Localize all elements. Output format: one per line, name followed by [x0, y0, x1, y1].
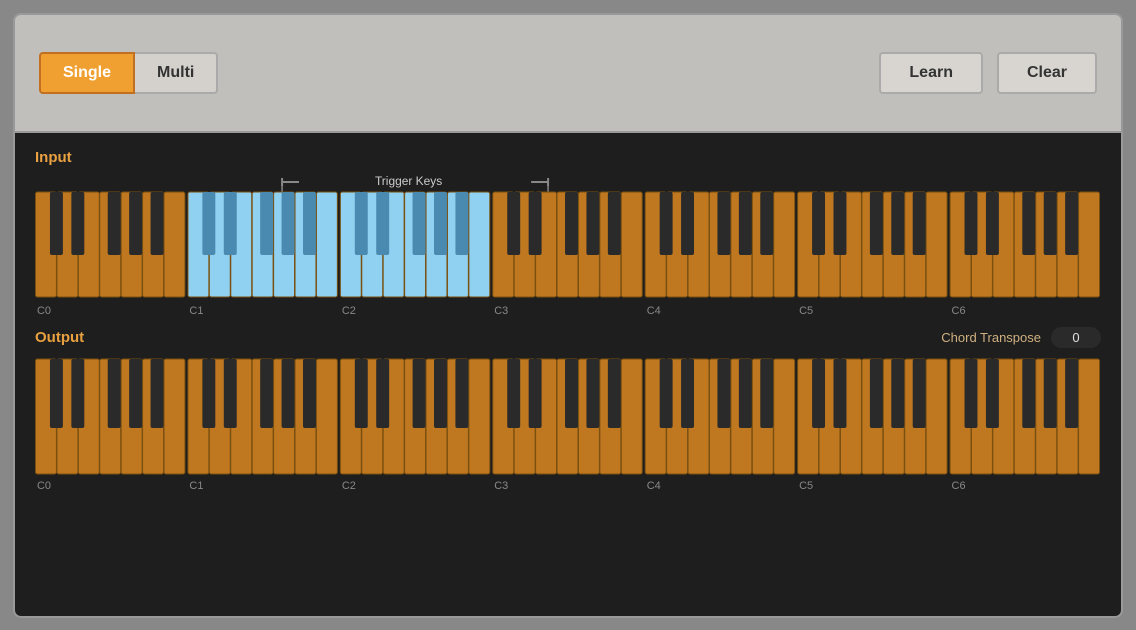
svg-text:C2: C2: [342, 479, 356, 491]
svg-text:C5: C5: [799, 479, 813, 491]
input-label: Input: [35, 149, 72, 166]
input-piano[interactable]: Trigger Keys: [35, 172, 1101, 317]
toolbar: Single Multi Learn Clear: [15, 15, 1121, 133]
app-window: Single Multi Learn Clear Input Trigger K…: [13, 13, 1123, 618]
svg-text:C1: C1: [189, 304, 203, 316]
action-buttons: Learn Clear: [879, 52, 1097, 94]
main-content: Input Trigger Keys: [15, 133, 1121, 616]
multi-button[interactable]: Multi: [135, 52, 218, 94]
svg-text:C1: C1: [189, 479, 203, 491]
svg-text:Trigger Keys: Trigger Keys: [375, 173, 442, 187]
output-header: Output Chord Transpose 0: [35, 327, 1101, 348]
input-header: Input: [35, 149, 1101, 166]
svg-text:C3: C3: [494, 304, 508, 316]
svg-text:C0: C0: [37, 479, 51, 491]
chord-transpose-control: Chord Transpose 0: [941, 327, 1101, 348]
mode-buttons: Single Multi: [39, 52, 218, 94]
svg-text:C0: C0: [37, 304, 51, 316]
learn-button[interactable]: Learn: [879, 52, 983, 94]
svg-text:C4: C4: [647, 304, 661, 316]
svg-text:C6: C6: [952, 479, 966, 491]
clear-button[interactable]: Clear: [997, 52, 1097, 94]
output-piano[interactable]: .wk2 { stroke: #7a5010; stroke-width: 1;…: [35, 354, 1101, 499]
chord-transpose-label: Chord Transpose: [941, 330, 1041, 345]
svg-text:C2: C2: [342, 304, 356, 316]
svg-text:C6: C6: [952, 304, 966, 316]
output-label: Output: [35, 329, 84, 346]
svg-text:C5: C5: [799, 304, 813, 316]
output-section: Output Chord Transpose 0 .wk2 { stroke: …: [35, 327, 1101, 499]
single-button[interactable]: Single: [39, 52, 135, 94]
input-section: Input Trigger Keys: [35, 149, 1101, 317]
chord-transpose-value[interactable]: 0: [1051, 327, 1101, 348]
svg-text:C4: C4: [647, 479, 661, 491]
svg-text:C3: C3: [494, 479, 508, 491]
